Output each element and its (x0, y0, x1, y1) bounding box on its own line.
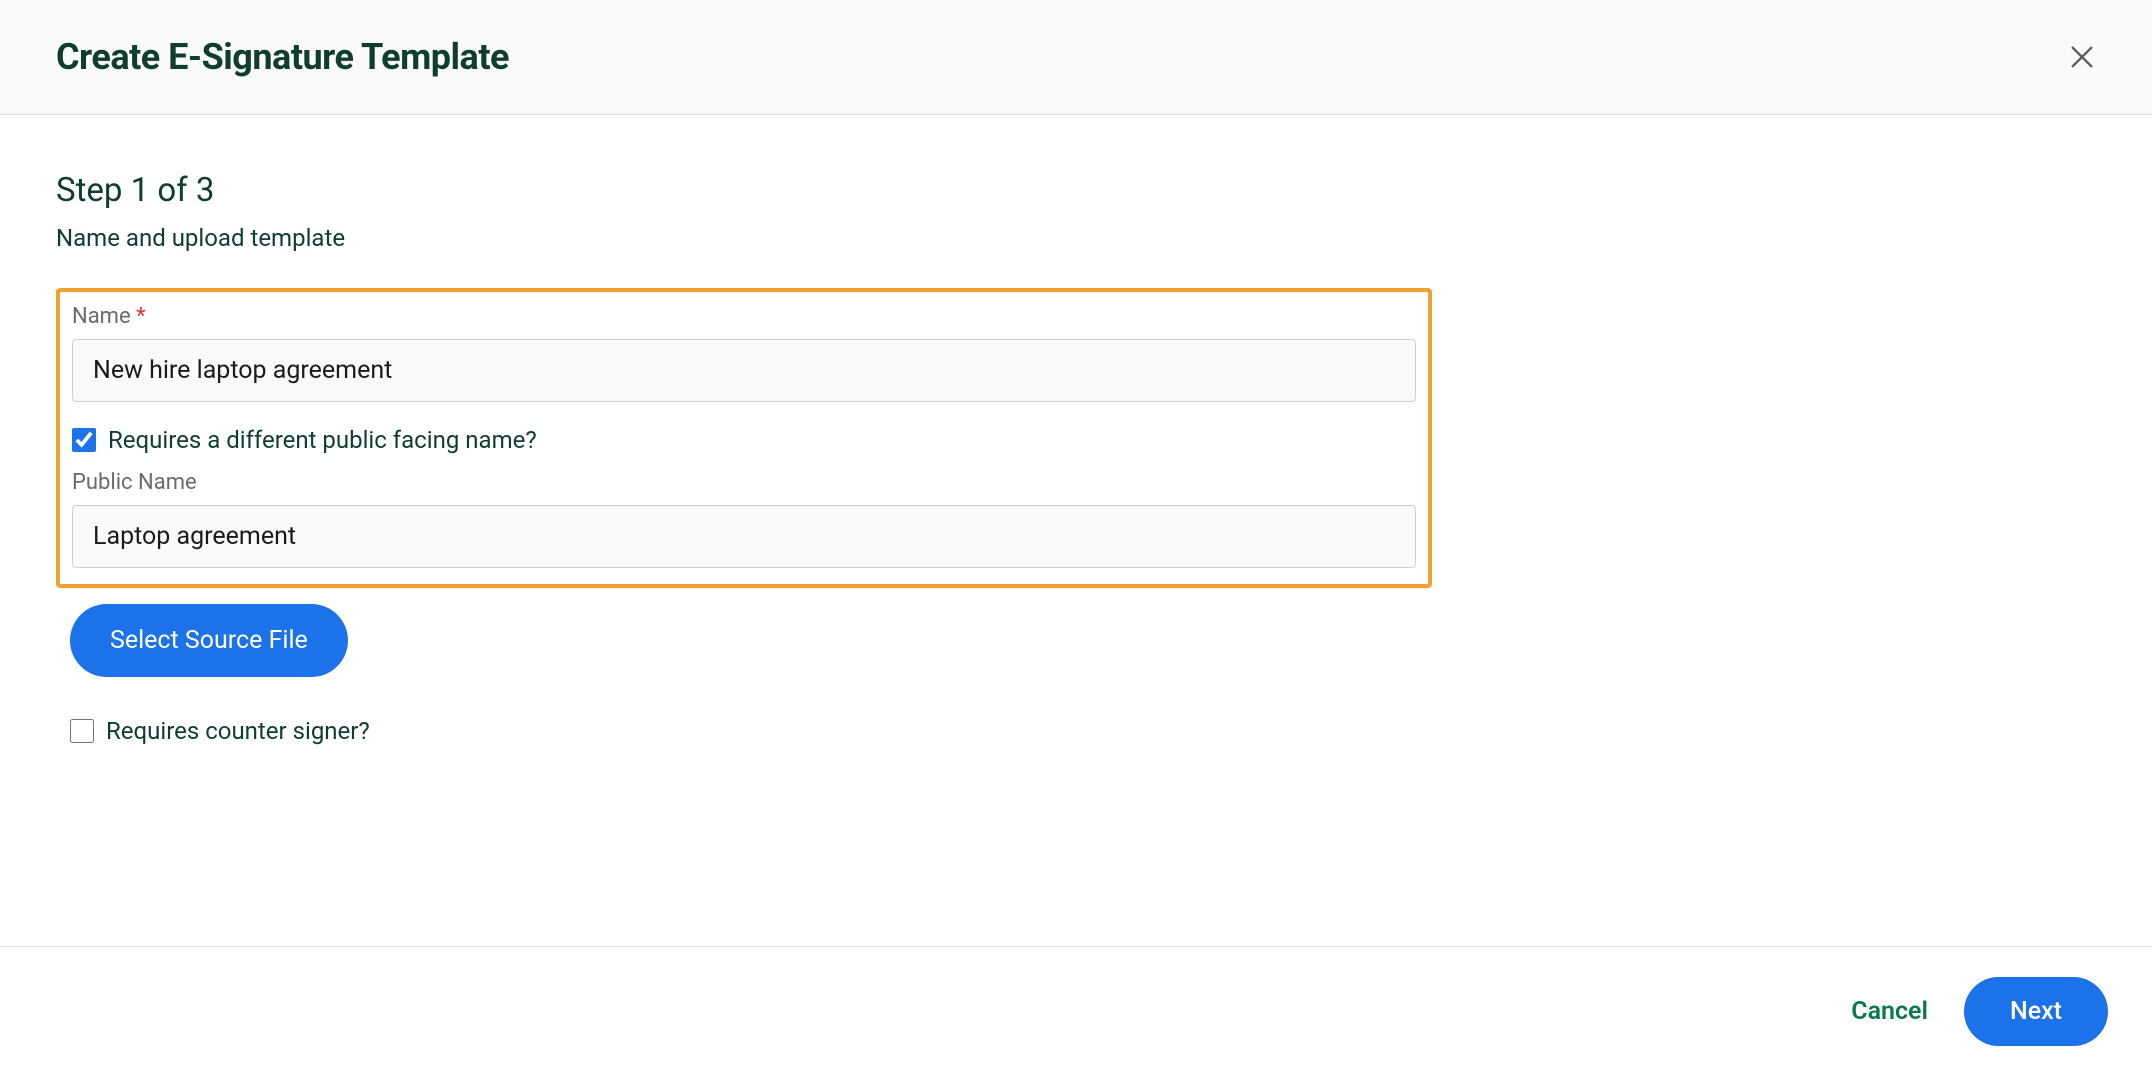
public-name-input[interactable] (72, 505, 1416, 568)
counter-signer-checkbox-label[interactable]: Requires counter signer? (106, 717, 370, 745)
modal-title: Create E-Signature Template (56, 36, 509, 78)
modal-content: Step 1 of 3 Name and upload template Nam… (0, 115, 2152, 745)
name-section-highlight: Name * Requires a different public facin… (56, 288, 1432, 588)
public-name-checkbox[interactable] (72, 428, 96, 452)
counter-signer-area: Requires counter signer? (70, 717, 2096, 745)
select-file-area: Select Source File (70, 604, 2096, 677)
public-name-checkbox-row: Requires a different public facing name? (72, 426, 1416, 454)
name-input[interactable] (72, 339, 1416, 402)
public-name-checkbox-label[interactable]: Requires a different public facing name? (108, 426, 537, 454)
step-subtitle: Name and upload template (56, 224, 2096, 252)
public-name-label: Public Name (72, 470, 1416, 495)
modal-footer: Cancel Next (0, 946, 2152, 1076)
cancel-button[interactable]: Cancel (1851, 997, 1928, 1026)
name-label-text: Name (72, 304, 131, 329)
select-source-file-button[interactable]: Select Source File (70, 604, 348, 677)
required-asterisk: * (136, 304, 145, 329)
step-title: Step 1 of 3 (56, 171, 2096, 210)
counter-signer-checkbox[interactable] (70, 719, 94, 743)
name-label: Name * (72, 304, 1416, 329)
counter-signer-checkbox-row: Requires counter signer? (70, 717, 2096, 745)
next-button[interactable]: Next (1964, 977, 2108, 1046)
modal-header: Create E-Signature Template (0, 0, 2152, 115)
close-icon[interactable] (2068, 43, 2096, 71)
